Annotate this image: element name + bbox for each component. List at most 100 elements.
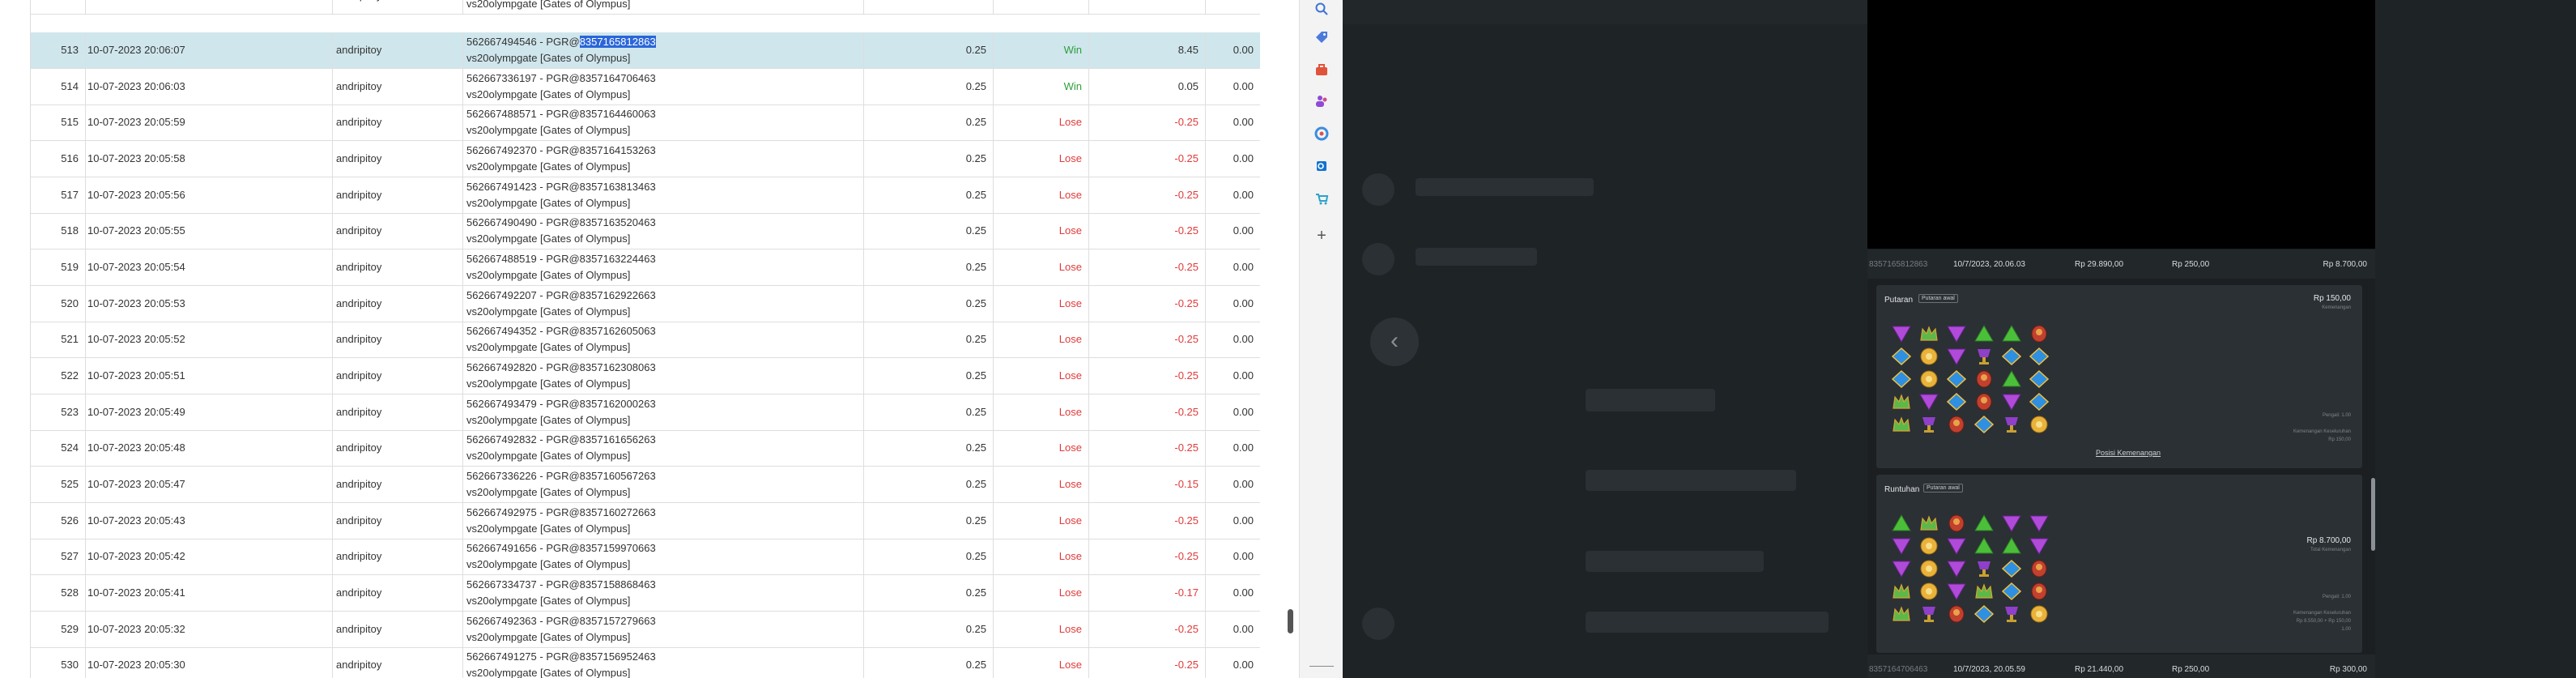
round-win: Rp 300,00 — [2329, 665, 2367, 674]
browser-sidebar: + — [1299, 0, 1343, 678]
row-balance: 0.00 — [1233, 659, 1254, 671]
result-cell: Lose — [994, 612, 1089, 647]
row-index: 528 — [61, 586, 79, 599]
gem-blue-symbol-icon — [1946, 369, 1967, 389]
description-cell: 562667336226 - PGR@8357160567263 vs20olym… — [463, 467, 864, 502]
cart-icon[interactable] — [1312, 191, 1331, 211]
row-date: 10-07-2023 20:05:54 — [87, 261, 185, 273]
row-bet: 0.25 — [965, 44, 986, 56]
table-row[interactable]: 526 10-07-2023 20:05:43 andripitoy 56266749… — [31, 503, 1260, 539]
result-cell: Lose — [994, 177, 1089, 213]
tag-icon[interactable] — [1312, 30, 1331, 49]
row-winloss: -0.15 — [1174, 478, 1199, 490]
crown-green-symbol-icon — [1918, 324, 1939, 343]
tumble-card-sub: Total Kemenangan — [2310, 548, 2351, 552]
balance-cell: 0.00 — [1206, 177, 1260, 213]
add-icon[interactable]: + — [1312, 226, 1331, 245]
user-cell: andripitoy — [333, 141, 463, 177]
people-icon[interactable] — [1312, 94, 1331, 113]
date-cell: 10-07-2023 20:05:32 — [86, 612, 333, 647]
office-icon[interactable] — [1312, 126, 1331, 146]
ring-red-symbol-icon — [2029, 582, 2050, 601]
history-table-panel: 512 10-07-2023 20:06:20 andripitoy 56266786… — [0, 0, 1263, 678]
tri-purple-symbol-icon — [1891, 536, 1912, 556]
row-index: 520 — [61, 297, 79, 309]
chalice-red-symbol-icon — [1918, 415, 1939, 434]
tri-green-symbol-icon — [2001, 369, 2022, 389]
outlook-icon[interactable] — [1312, 159, 1331, 178]
table-row[interactable]: 524 10-07-2023 20:05:48 andripitoy 56266749… — [31, 430, 1260, 467]
hourglass-gold-symbol-icon — [1918, 582, 1939, 601]
tumble-card-note: Kemenangan Keseluruhan — [2293, 611, 2351, 616]
table-row[interactable]: 529 10-07-2023 20:05:32 andripitoy 56266749… — [31, 612, 1260, 648]
row-user: andripitoy — [336, 297, 382, 309]
row-user: andripitoy — [336, 550, 382, 562]
tri-purple-symbol-icon — [2029, 536, 2050, 556]
result-cell: Lose — [994, 647, 1089, 678]
back-button[interactable]: ‹ — [1370, 318, 1419, 366]
tri-purple-symbol-icon — [2029, 514, 2050, 533]
row-user: andripitoy — [336, 659, 382, 671]
table-row[interactable]: 514 10-07-2023 20:06:03 andripitoy 56266733… — [31, 69, 1260, 105]
row-result: Lose — [1058, 550, 1082, 562]
tri-purple-symbol-icon — [2001, 514, 2022, 533]
row-winloss: -0.25 — [1174, 623, 1199, 635]
ring-red-symbol-icon — [1974, 392, 1995, 411]
winning-position-link[interactable]: Posisi Kemenangan — [2096, 449, 2161, 457]
row-result: Lose — [1058, 659, 1082, 671]
result-cell: Lose — [994, 249, 1089, 285]
description-text: 562667490490 - PGR@8357163520463 — [466, 216, 656, 228]
hourglass-gold-symbol-icon — [2029, 604, 2050, 624]
tri-purple-symbol-icon — [1891, 324, 1912, 343]
table-row[interactable]: 513 10-07-2023 20:06:07 andripitoy 56266749… — [31, 32, 1260, 69]
table-row[interactable]: 518 10-07-2023 20:05:55 andripitoy 56266749… — [31, 213, 1260, 249]
balance-cell: 0.00 — [1206, 467, 1260, 502]
table-row[interactable]: 523 10-07-2023 20:05:49 andripitoy 56266749… — [31, 394, 1260, 431]
tumble-card-note: Rp 8.550,00 + Rp 150,00 — [2296, 619, 2351, 624]
date-cell: 10-07-2023 20:05:47 — [86, 467, 333, 502]
table-row[interactable]: 527 10-07-2023 20:05:42 andripitoy 56266749… — [31, 539, 1260, 575]
row-user: andripitoy — [336, 152, 382, 164]
bet-cell: 0.25 — [864, 104, 994, 140]
table-row[interactable]: 522 10-07-2023 20:05:51 andripitoy 56266749… — [31, 358, 1260, 394]
row-result: Lose — [1058, 623, 1082, 635]
table-row[interactable]: 528 10-07-2023 20:05:41 andripitoy 56266733… — [31, 575, 1260, 612]
gem-blue-symbol-icon — [2029, 347, 2050, 366]
summary-row[interactable]: 8357164706463 10/7/2023, 20.05.59 Rp 21.… — [1867, 655, 2375, 678]
table-row[interactable]: 525 10-07-2023 20:05:47 andripitoy 56266733… — [31, 467, 1260, 503]
hourglass-gold-symbol-icon — [1918, 369, 1939, 389]
table-row[interactable]: 517 10-07-2023 20:05:56 andripitoy 56266749… — [31, 177, 1260, 214]
table-row[interactable]: 521 10-07-2023 20:05:52 andripitoy 56266749… — [31, 322, 1260, 358]
table-row[interactable]: 512 10-07-2023 20:06:20 andripitoy 56266786… — [31, 0, 1260, 15]
row-index: 526 — [61, 514, 79, 527]
bet-cell: 0.25 — [864, 394, 994, 430]
user-cell: andripitoy — [333, 69, 463, 104]
table-row[interactable]: 519 10-07-2023 20:05:54 andripitoy 56266748… — [31, 249, 1260, 286]
row-description-line2: vs20olympgate [Gates of Olympus] — [466, 52, 631, 64]
table-row[interactable]: 530 10-07-2023 20:05:30 andripitoy 56266749… — [31, 647, 1260, 678]
overlay-scrollbar[interactable] — [2371, 478, 2375, 551]
row-result: Lose — [1058, 189, 1082, 201]
selected-text: 8357165812863 — [579, 36, 656, 48]
row-description-line1: 562667488571 - PGR@8357164460063 — [466, 108, 656, 120]
win-cell: -0.15 — [1089, 467, 1206, 502]
row-user: andripitoy — [336, 44, 382, 56]
summary-row[interactable]: 8357165812863 10/7/2023, 20.06.03 Rp 29.… — [1867, 249, 2375, 279]
date-cell: 10-07-2023 20:05:54 — [86, 249, 333, 285]
win-cell: -0.25 — [1089, 104, 1206, 140]
date-cell: 10-07-2023 20:05:41 — [86, 575, 333, 611]
table-row[interactable]: 520 10-07-2023 20:05:53 andripitoy 56266749… — [31, 286, 1260, 322]
spin-card: Putaran Putaran awal Rp 150,00 Kemenanga… — [1876, 285, 2362, 468]
row-description-line1: 562667492363 - PGR@8357157279663 — [466, 615, 656, 627]
table-row[interactable]: 515 10-07-2023 20:05:59 andripitoy 56266748… — [31, 104, 1260, 141]
row-winloss: -0.25 — [1174, 369, 1199, 382]
table-scrollbar[interactable] — [1288, 609, 1293, 633]
search-icon[interactable] — [1312, 2, 1331, 21]
table-row[interactable]: 516 10-07-2023 20:05:58 andripitoy 56266749… — [31, 141, 1260, 177]
row-index-cell: 527 — [31, 539, 86, 574]
row-index: 523 — [61, 406, 79, 418]
toolbox-icon[interactable] — [1312, 62, 1331, 82]
ghost-text — [1586, 389, 1715, 411]
spin-card-note: Rp 150,00 — [2328, 437, 2351, 442]
description-cell: 562667492820 - PGR@8357162308063 vs20olym… — [463, 358, 864, 394]
